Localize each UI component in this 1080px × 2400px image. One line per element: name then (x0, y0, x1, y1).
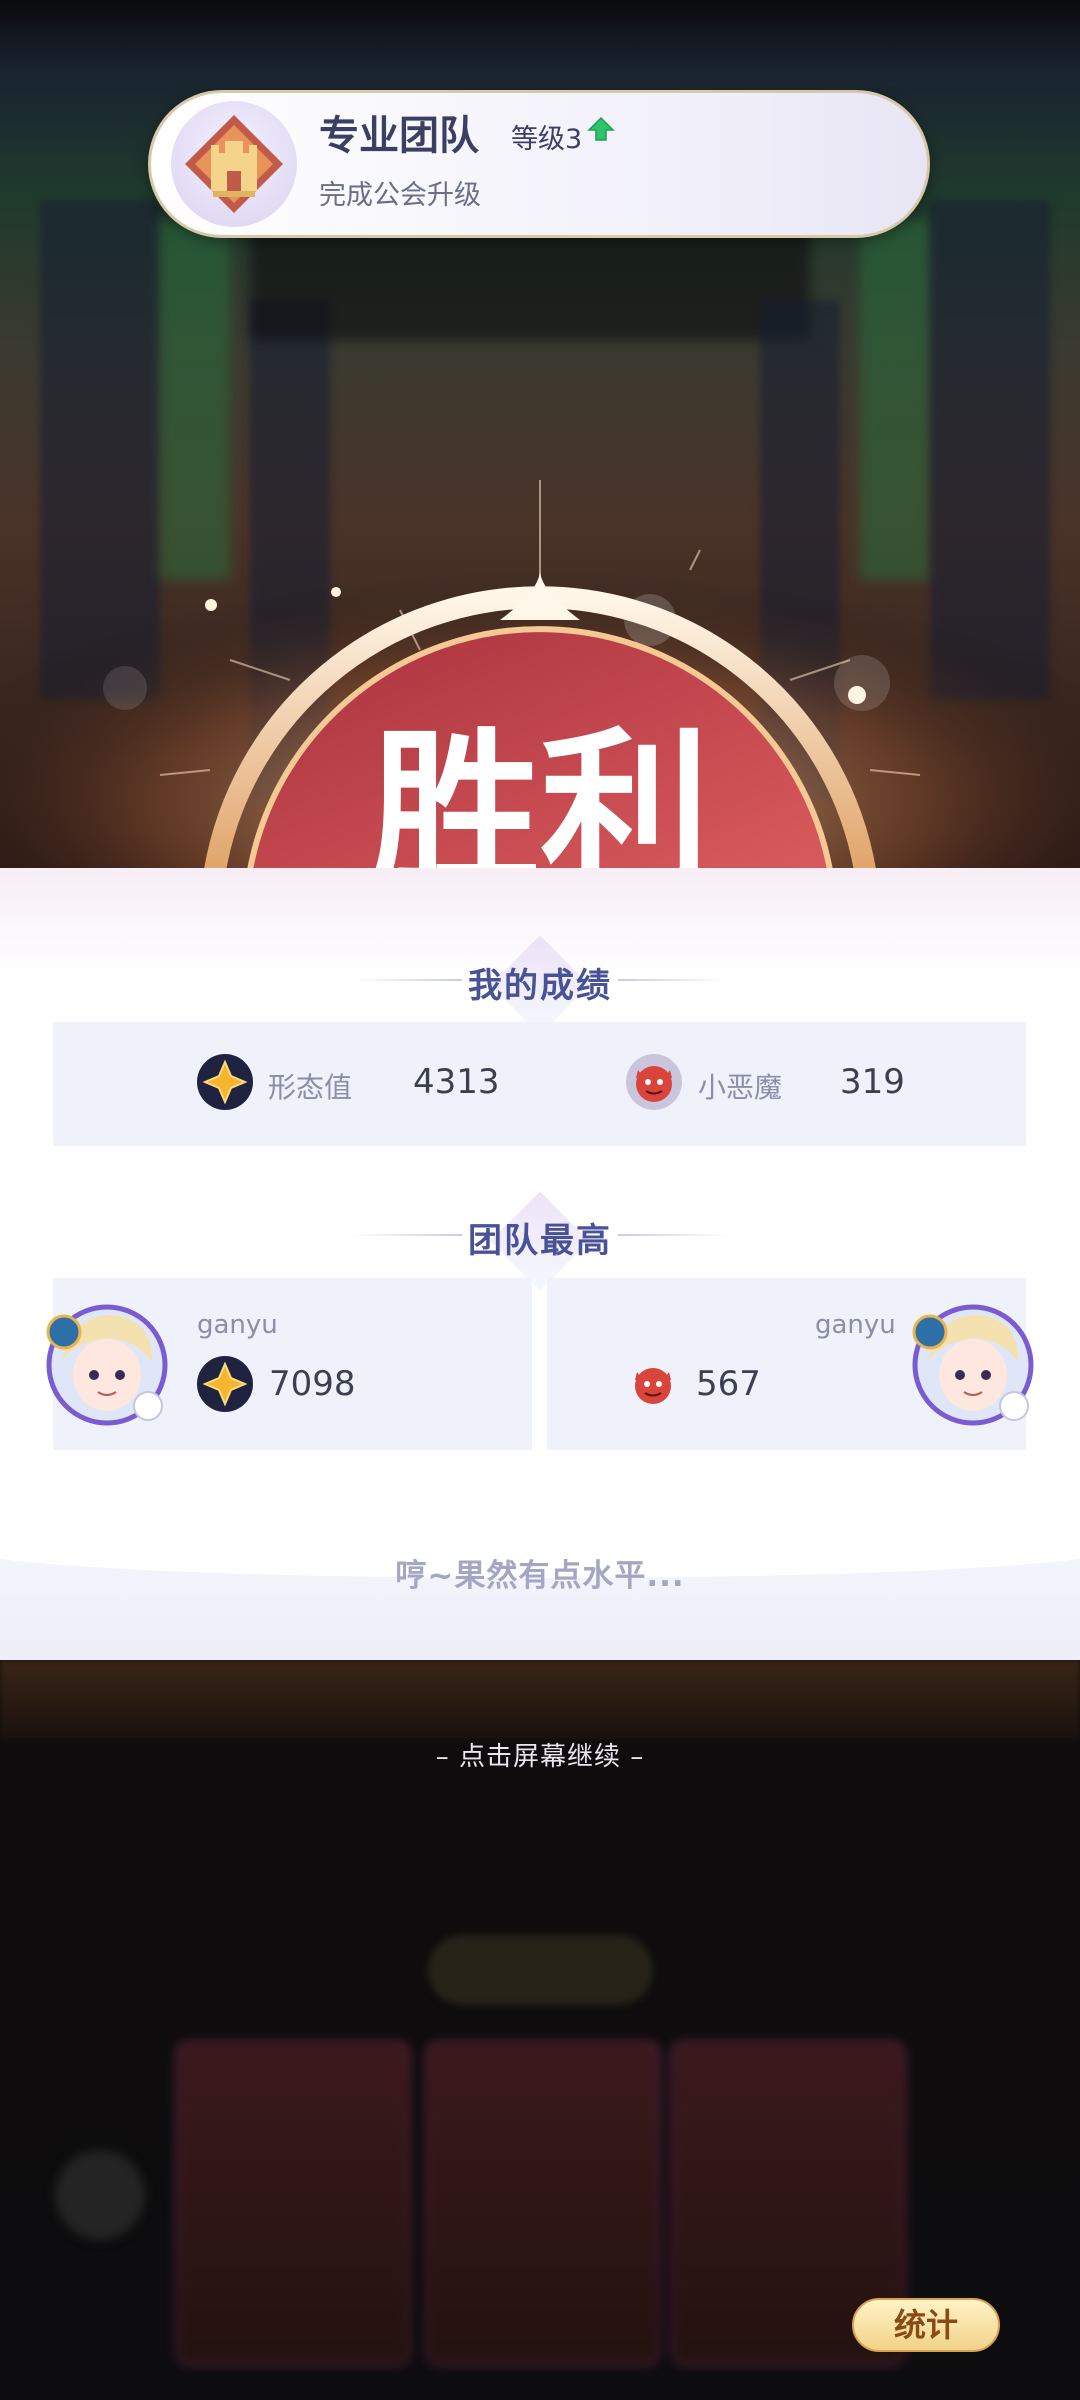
achievement-toast[interactable]: 专业团队 等级3 完成公会升级 (148, 90, 930, 238)
guild-castle-icon (171, 101, 297, 227)
player-avatar (42, 1300, 172, 1430)
victory-text: 胜利 (370, 711, 710, 870)
bg-blurred-card (425, 2040, 661, 2366)
bg-blurred-icon (55, 2150, 145, 2240)
result-panel: 我的成绩 形态值 4313 小恶魔 319 团队最高 ganyu 7098 ga… (0, 868, 1080, 1660)
team-stat-value: 7098 (269, 1364, 356, 1404)
player-name: ganyu (815, 1310, 896, 1340)
bg-sign (250, 230, 810, 340)
toast-level: 等级3 (511, 124, 583, 155)
tap-to-continue-hint[interactable]: – 点击屏幕继续 – (0, 1736, 1080, 1773)
bg-blurred-bar (0, 1660, 1080, 1740)
stat-label: 小恶魔 (698, 1071, 783, 1104)
toast-subtitle: 完成公会升级 (319, 180, 481, 211)
player-name: ganyu (197, 1310, 278, 1340)
little-devil-icon (626, 1054, 682, 1114)
taunt-text: 哼~果然有点水平... (395, 1558, 685, 1594)
team-stat-value: 567 (696, 1364, 761, 1404)
stat-label: 形态值 (268, 1071, 353, 1104)
level-up-arrow-icon (587, 115, 615, 147)
my-score-title: 我的成绩 (468, 966, 612, 1006)
player-avatar (908, 1300, 1038, 1430)
team-best-title: 团队最高 (468, 1221, 612, 1261)
bg-blurred-button (428, 1935, 653, 2005)
stat-value: 4313 (413, 1062, 500, 1102)
stats-button[interactable]: 统计 (852, 2298, 1000, 2352)
victory-emblem: 胜利 (0, 470, 1080, 911)
stat-value: 319 (840, 1062, 905, 1102)
toast-title: 专业团队 (319, 113, 479, 159)
my-score-box: 形态值 4313 小恶魔 319 (53, 1022, 1026, 1146)
little-devil-icon (625, 1356, 681, 1416)
star-emblem-icon (197, 1356, 253, 1416)
bg-blurred-card (175, 2040, 411, 2366)
star-emblem-icon (197, 1054, 253, 1114)
